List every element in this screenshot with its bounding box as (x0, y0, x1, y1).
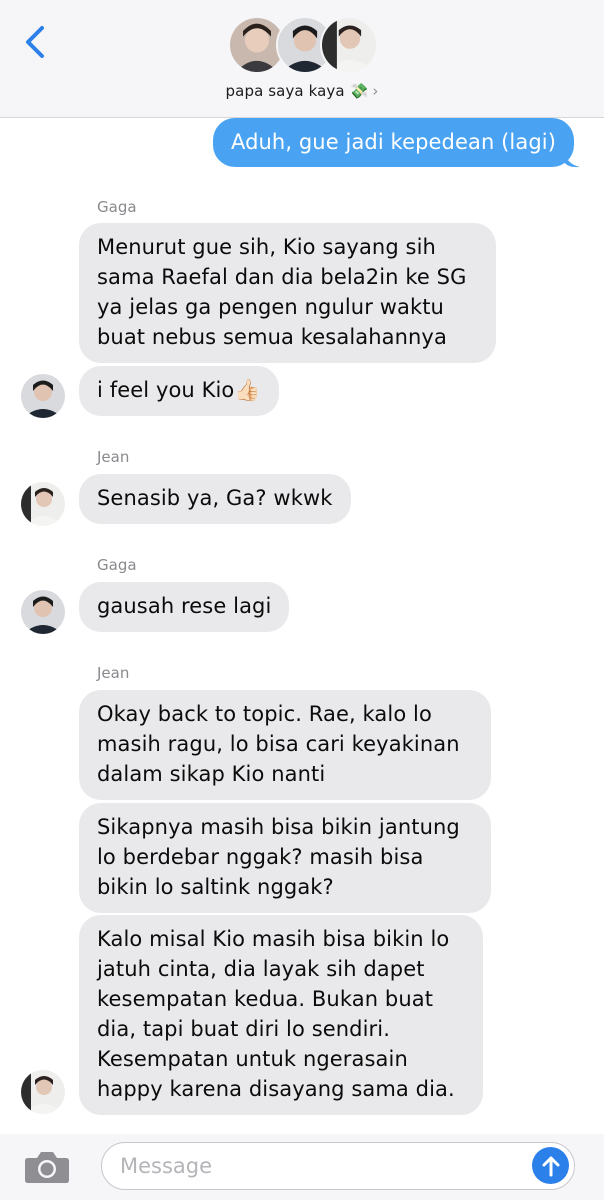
message-bubble-incoming[interactable]: gausah rese lagi (79, 582, 290, 632)
avatar (21, 590, 65, 634)
sender-name: Gaga (97, 198, 137, 216)
send-button[interactable] (532, 1147, 569, 1184)
avatar (21, 374, 65, 418)
chevron-right-icon: › (372, 82, 379, 100)
arrow-up-icon (542, 1156, 559, 1176)
sender-name: Jean (97, 448, 130, 466)
message-bubble-incoming[interactable]: Sikapnya masih bisa bikin jantung lo ber… (79, 803, 491, 913)
group-name: papa saya kaya 💸 (225, 82, 369, 100)
sender-name: Gaga (97, 556, 137, 574)
avatar (21, 482, 65, 526)
avatar (21, 1070, 65, 1114)
bubble-tail (564, 150, 580, 168)
message-bubble-incoming[interactable]: Senasib ya, Ga? wkwk (79, 474, 351, 524)
back-chevron-icon[interactable] (22, 24, 50, 60)
group-avatars[interactable] (228, 16, 378, 78)
conversation-header: papa saya kaya 💸 › (0, 0, 604, 118)
compose-bar (0, 1134, 604, 1200)
message-input[interactable] (120, 1151, 520, 1181)
message-input-container[interactable] (101, 1142, 575, 1190)
group-name-button[interactable]: papa saya kaya 💸 › (0, 82, 604, 100)
avatar (320, 16, 378, 74)
message-list[interactable]: Aduh, gue jadi kepedean (lagi) Gaga Menu… (0, 118, 604, 1134)
message-bubble-incoming[interactable]: Okay back to topic. Rae, kalo lo masih r… (79, 690, 491, 800)
message-bubble-incoming[interactable]: i feel you Kio👍🏻 (79, 366, 279, 416)
message-bubble-incoming[interactable]: Kalo misal Kio masih bisa bikin lo jatuh… (79, 915, 483, 1115)
camera-icon[interactable] (24, 1150, 70, 1184)
message-bubble-outgoing[interactable]: Aduh, gue jadi kepedean (lagi) (212, 118, 574, 167)
message-bubble-incoming[interactable]: Menurut gue sih, Kio sayang sih sama Rae… (79, 223, 496, 363)
sender-name: Jean (97, 664, 130, 682)
